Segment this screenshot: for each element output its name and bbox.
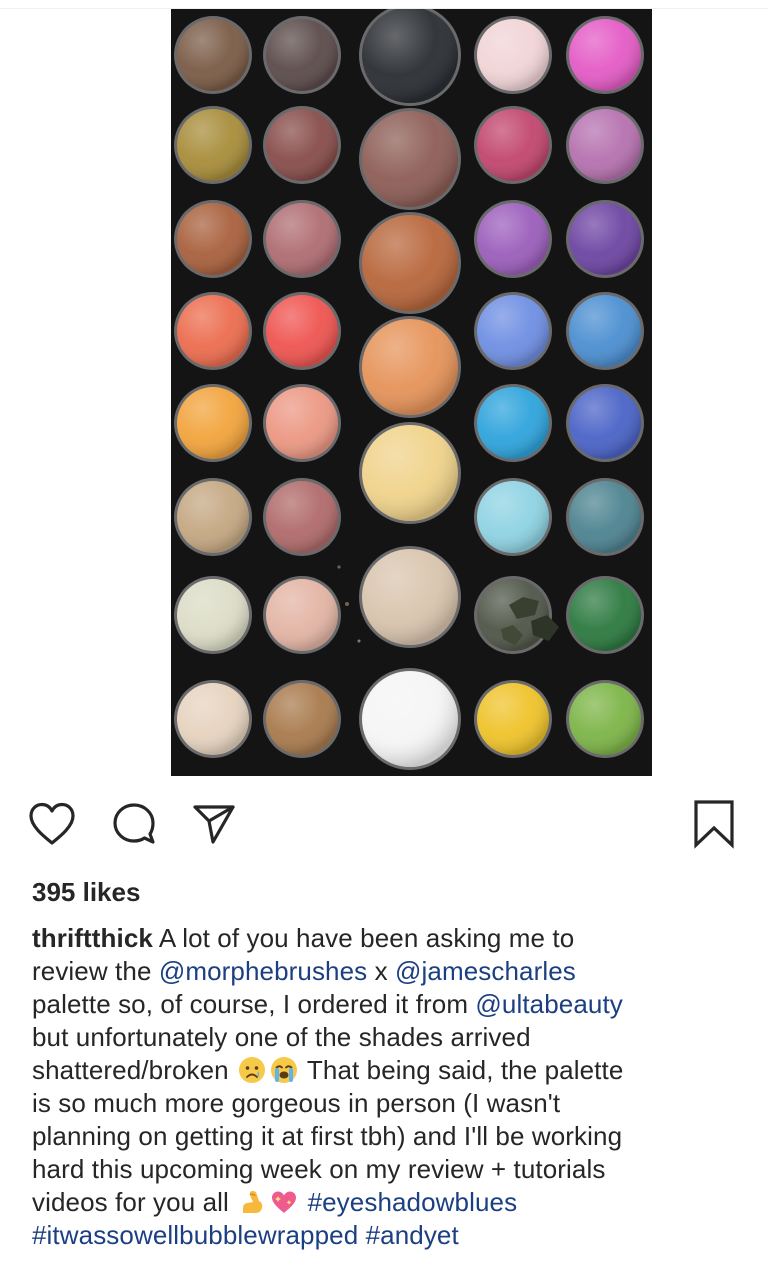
caption-line-5: shattered/broken That being said, the pa… [32,1054,740,1087]
flexed-biceps-emoji [243,1191,263,1213]
caption-line-2: review the @morphebrushes x @jamescharle… [32,955,740,988]
hashtag-link[interactable]: #eyeshadowblues [308,1187,518,1217]
post-action-bar [0,796,768,856]
caption-line-9: videos for you all #eyeshadowblues [32,1186,740,1219]
eyeshadow-pan-shine [266,19,338,91]
hashtag-link[interactable]: #andyet [366,1220,459,1250]
post-image[interactable] [171,9,652,776]
eyeshadow-pan-shine [569,19,641,91]
eyeshadow-pan-shine [477,683,549,755]
eyeshadow-pan-shine [569,295,641,367]
eyeshadow-pan-shine [266,109,338,181]
eyeshadow-pan-shine [266,683,338,755]
eyeshadow-pan-shine [477,387,549,459]
eyeshadow-pan-shine [569,481,641,553]
caption-text: A lot of you have been asking me to [152,923,575,953]
eyeshadow-pan-shine [477,109,549,181]
eyeshadow-pan-shine [177,203,249,275]
caption-text: planning on getting it at first tbh) and… [32,1121,623,1151]
loudly-crying-face-emoji [271,1057,298,1083]
eyeshadow-pan-shine [177,481,249,553]
eyeshadow-pan-shine [569,683,641,755]
eyeshadow-palette [171,9,652,776]
caption-line-1: thriftthick A lot of you have been askin… [32,922,740,955]
eyeshadow-pan-shine [477,19,549,91]
caption-line-6: is so much more gorgeous in person (I wa… [32,1087,740,1120]
caption-text: x [367,956,396,986]
eyeshadow-pan-large-shine [362,9,458,103]
eyeshadow-pan-large-shine [362,549,458,645]
eyeshadow-pan-shine [477,481,549,553]
eyeshadow-pan-shine [177,109,249,181]
eyeshadow-pan-shine [266,295,338,367]
eyeshadow-pan-shine [569,387,641,459]
caption-text [300,1187,307,1217]
share-button[interactable] [186,796,242,852]
eyeshadow-pan-shine [266,481,338,553]
caption-line-10: #itwassowellbubblewrapped #andyet [32,1219,740,1252]
eyeshadow-pan-large-shine [362,671,458,767]
mention-link[interactable]: @ultabeauty [475,989,622,1019]
eyeshadow-pan-shine [177,295,249,367]
comment-button[interactable] [106,796,162,852]
caption-line-3: palette so, of course, I ordered it from… [32,988,740,1021]
heart-outline-icon [29,802,75,845]
caption-text: shattered/broken [32,1055,237,1085]
save-button[interactable] [686,796,742,852]
eyeshadow-pan-shine [177,683,249,755]
eyeshadow-pan-large-shine [362,319,458,415]
eyeshadow-pan-shine [177,579,249,651]
caption-text: That being said, the palette [300,1055,624,1085]
paper-plane-icon [193,805,235,844]
eyeshadow-pan-shine [477,295,549,367]
hashtag-link[interactable]: #itwassowellbubblewrapped [32,1220,358,1250]
eyeshadow-pan-large-shine [362,111,458,207]
eyeshadow-pan-large-shine [362,215,458,311]
mention-link[interactable]: @morphebrushes [159,956,367,986]
mention-link[interactable]: @jamescharles [395,956,576,986]
eyeshadow-pan-shine [569,203,641,275]
post-caption: thriftthick A lot of you have been askin… [32,922,740,1252]
caption-line-7: planning on getting it at first tbh) and… [32,1120,740,1153]
caption-text: but unfortunately one of the shades arri… [32,1022,531,1052]
likes-count[interactable]: 395 likes [32,874,140,910]
caption-text: is so much more gorgeous in person (I wa… [32,1088,561,1118]
caption-text: palette so, of course, I ordered it from [32,989,476,1019]
caption-text: hard this upcoming week on my review + t… [32,1154,606,1184]
eyeshadow-pan-shine [569,579,641,651]
eyeshadow-pan-shine [177,387,249,459]
crying-face-emoji [239,1057,266,1083]
caption-line-8: hard this upcoming week on my review + t… [32,1153,740,1186]
caption-text [358,1220,365,1250]
sparkling-heart-emoji [272,1191,297,1213]
eyeshadow-pan-shine [569,109,641,181]
eyeshadow-pan-shine [266,579,338,651]
caption-line-4: but unfortunately one of the shades arri… [32,1021,740,1054]
caption-text: videos for you all [32,1187,237,1217]
eyeshadow-pan-shine [266,203,338,275]
comment-bubble-icon [113,803,155,844]
like-button[interactable] [24,796,80,852]
eyeshadow-pan-shine [477,203,549,275]
caption-text: review the [32,956,159,986]
eyeshadow-pan-large-shine [362,425,458,521]
caption-username[interactable]: thriftthick [32,923,153,953]
eyeshadow-pan-shine [266,387,338,459]
bookmark-outline-icon [694,800,734,849]
eyeshadow-pan-shine [177,19,249,91]
